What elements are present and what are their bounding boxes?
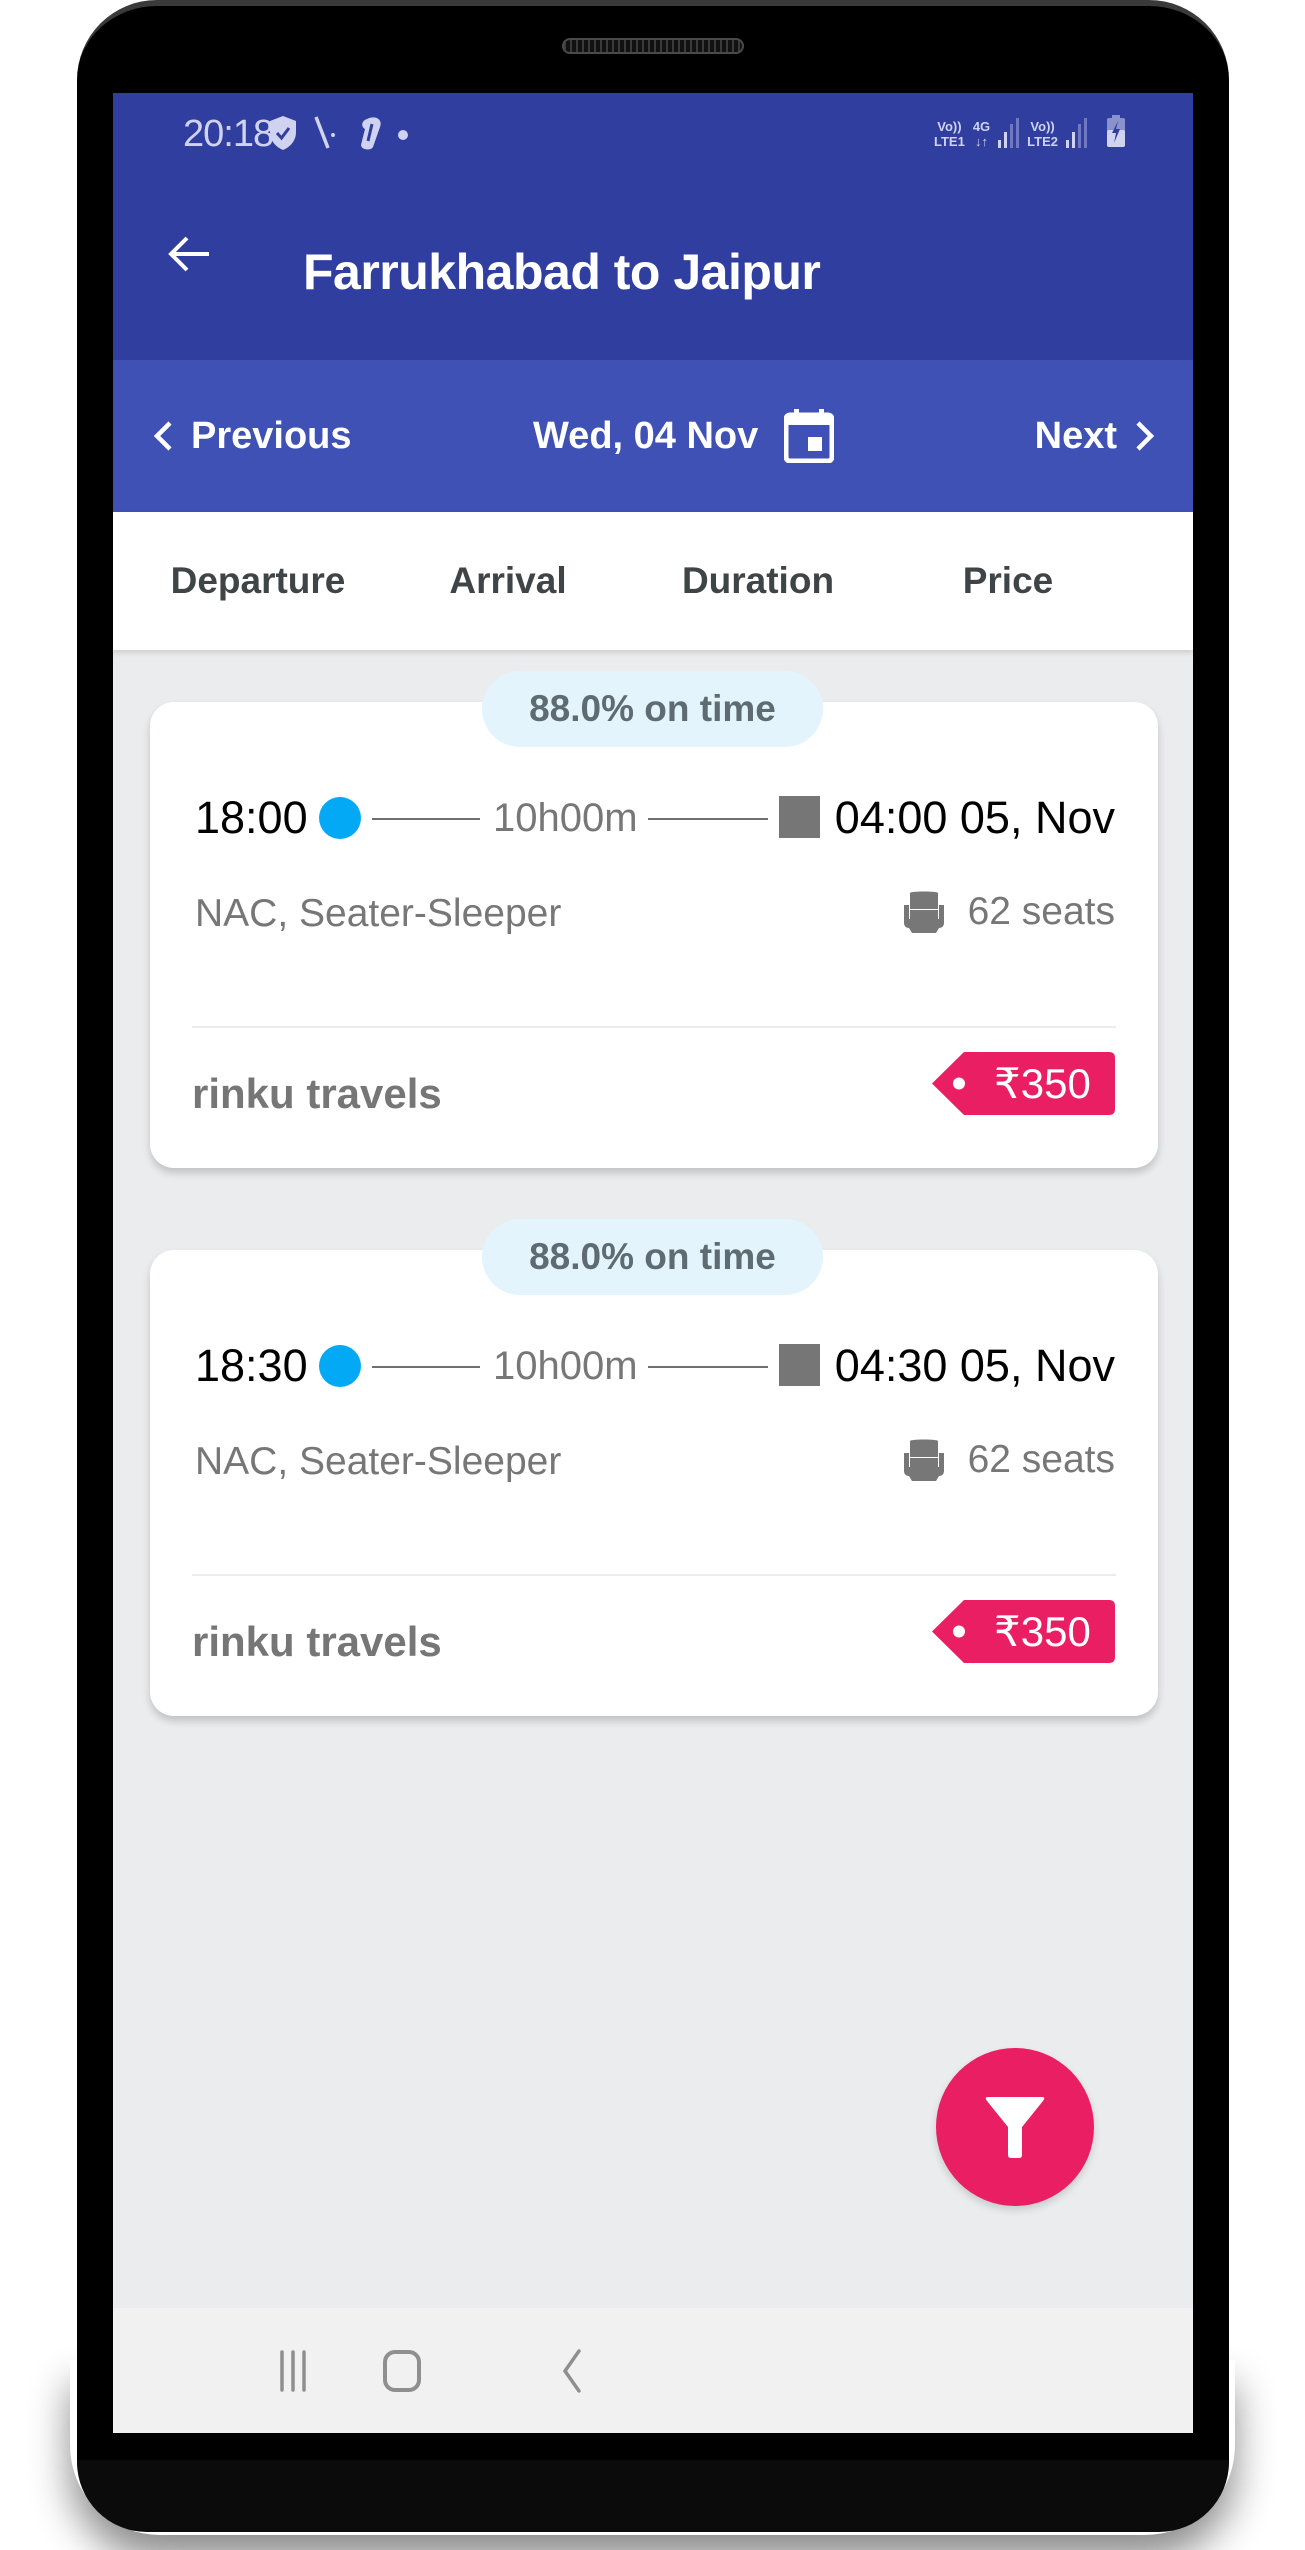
card-divider [192, 1574, 1116, 1576]
card-divider [192, 1026, 1116, 1028]
journey-duration: 10h00m [493, 1344, 638, 1388]
arrival-square-icon [779, 796, 820, 838]
filter-button[interactable] [936, 2048, 1094, 2206]
phone-chin [77, 2460, 1229, 2532]
previous-label: Previous [191, 414, 352, 457]
back-button[interactable] [153, 218, 225, 290]
seats-available: 62 seats [902, 1438, 1115, 1482]
phone-speaker [562, 38, 744, 54]
arrival-square-icon [779, 1344, 820, 1386]
previous-day-button[interactable]: Previous [153, 405, 352, 467]
seats-available: 62 seats [902, 890, 1115, 934]
next-day-button[interactable]: Next [1035, 405, 1155, 467]
app-screen: 20:18 Vo)) LTE1 4G ↓↑ Vo)) LTE2 Farrukha… [113, 93, 1193, 2433]
timeline-line [648, 1366, 768, 1368]
seat-icon [903, 891, 944, 933]
on-time-badge: 88.0% on time [482, 1219, 823, 1295]
sort-tab-duration[interactable]: Duration [633, 512, 883, 650]
bus-type: NAC, Seater-Sleeper [195, 892, 562, 935]
timeline-line [372, 818, 480, 820]
price-value: ₹350 [994, 1608, 1091, 1655]
home-icon [383, 2350, 421, 2392]
operator-name: rinku travels [192, 1070, 442, 1117]
bus-result-card[interactable]: 88.0% on time 18:30 10h00m 04:30 05, Nov… [150, 1219, 1158, 1716]
bus-type: NAC, Seater-Sleeper [195, 1440, 562, 1483]
bus-result-card[interactable]: 88.0% on time 18:00 10h00m 04:00 05, Nov… [150, 671, 1158, 1168]
status-indicators: Vo)) LTE1 4G ↓↑ Vo)) LTE2 [934, 115, 1125, 152]
chevron-left-icon [153, 421, 172, 451]
selected-date: Wed, 04 Nov [533, 414, 759, 457]
calendar-icon [784, 409, 835, 463]
sort-tab-arrival[interactable]: Arrival [383, 512, 633, 650]
arrival-time: 04:00 05, Nov [834, 792, 1115, 843]
next-label: Next [1034, 414, 1117, 457]
timeline-line [648, 818, 768, 820]
seat-icon [903, 1439, 944, 1481]
system-navigation-bar [113, 2308, 1193, 2433]
signal-strength-sim2-icon [1066, 117, 1087, 148]
on-time-badge: 88.0% on time [482, 671, 823, 747]
journey-timeline: 18:30 10h00m 04:30 05, Nov [195, 1340, 1115, 1392]
date-navigation-bar: Previous Wed, 04 Nov Next [113, 360, 1193, 512]
data-4g-label: 4G ↓↑ [972, 118, 991, 149]
arrow-back-icon [168, 236, 209, 272]
signal-strength-sim1-icon [998, 117, 1020, 148]
sort-tab-departure[interactable]: Departure [113, 512, 383, 650]
sim1-volte-label: Vo)) LTE1 [934, 118, 965, 149]
departure-time: 18:30 [195, 1340, 308, 1391]
recent-apps-button[interactable] [248, 2336, 338, 2406]
arrival-time: 04:30 05, Nov [834, 1340, 1115, 1391]
departure-dot-icon [319, 797, 361, 839]
price-value: ₹350 [994, 1060, 1091, 1107]
status-time: 20:18 [183, 113, 274, 155]
operator-name: rinku travels [192, 1618, 442, 1665]
timeline-line [372, 1366, 480, 1368]
seats-count: 62 seats [967, 1438, 1115, 1481]
chevron-right-icon [1136, 421, 1155, 451]
journey-duration: 10h00m [493, 796, 638, 840]
signal-antenna-icon [313, 115, 339, 156]
sim2-volte-label: Vo)) LTE2 [1027, 118, 1058, 149]
shield-check-icon [268, 115, 298, 156]
app-toolbar: Farrukhabad to Jaipur [113, 173, 1193, 360]
sort-tabs: Departure Arrival Duration Price [113, 512, 1193, 650]
date-picker-button[interactable]: Wed, 04 Nov [533, 400, 835, 472]
home-button[interactable] [357, 2336, 447, 2406]
price-tag[interactable]: ₹350 [932, 1600, 1115, 1663]
system-back-button[interactable] [526, 2336, 616, 2406]
page-title: Farrukhabad to Jaipur [303, 244, 821, 300]
price-tag[interactable]: ₹350 [932, 1052, 1115, 1115]
app-notification-icon [353, 115, 385, 156]
journey-timeline: 18:00 10h00m 04:00 05, Nov [195, 792, 1115, 844]
back-icon [562, 2349, 581, 2393]
filter-icon [985, 2097, 1045, 2158]
recent-apps-icon [280, 2350, 306, 2392]
status-bar: 20:18 Vo)) LTE1 4G ↓↑ Vo)) LTE2 [113, 93, 1193, 173]
dot-icon [398, 127, 408, 145]
battery-charging-icon [1107, 115, 1125, 152]
departure-dot-icon [319, 1345, 361, 1387]
sort-tab-price[interactable]: Price [883, 512, 1133, 650]
departure-time: 18:00 [195, 792, 308, 843]
seats-count: 62 seats [967, 890, 1115, 933]
